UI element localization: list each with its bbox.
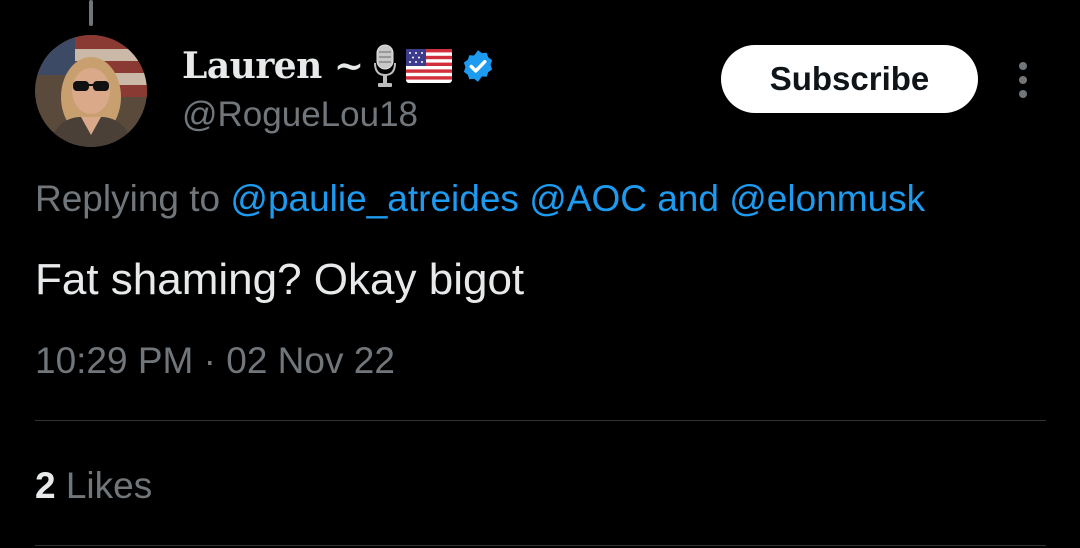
likes-count: 2: [35, 465, 56, 506]
mention-link[interactable]: @paulie_atreides: [230, 178, 519, 219]
display-name[interactable]: Lauren ~: [182, 45, 364, 87]
likes-stat[interactable]: 2 Likes: [35, 465, 152, 507]
tweet-text: Fat shaming? Okay bigot: [35, 255, 525, 304]
more-options-button[interactable]: [1005, 58, 1041, 102]
subscribe-button[interactable]: Subscribe: [721, 45, 978, 113]
divider: [35, 545, 1046, 546]
and-conjunction: and: [657, 178, 719, 219]
mention-link[interactable]: @elonmusk: [729, 178, 925, 219]
divider: [35, 420, 1046, 421]
verified-badge-icon[interactable]: [460, 48, 496, 84]
microphone-icon: [372, 43, 398, 89]
mention-link[interactable]: @AOC: [529, 178, 647, 219]
avatar-image: [35, 35, 147, 147]
author-handle[interactable]: @RogueLou18: [182, 95, 418, 135]
avatar[interactable]: [35, 35, 147, 147]
us-flag-icon: [405, 49, 452, 83]
thread-connector-line: [89, 0, 93, 26]
replying-to-line: Replying to @paulie_atreides @AOC and @e…: [35, 178, 925, 220]
author-name-row[interactable]: Lauren ~: [182, 42, 496, 90]
replying-to-label: Replying to: [35, 178, 221, 219]
more-vertical-icon: [1019, 62, 1027, 98]
tweet-timestamp[interactable]: 10:29 PM · 02 Nov 22: [35, 340, 395, 382]
likes-label: Likes: [65, 465, 153, 506]
